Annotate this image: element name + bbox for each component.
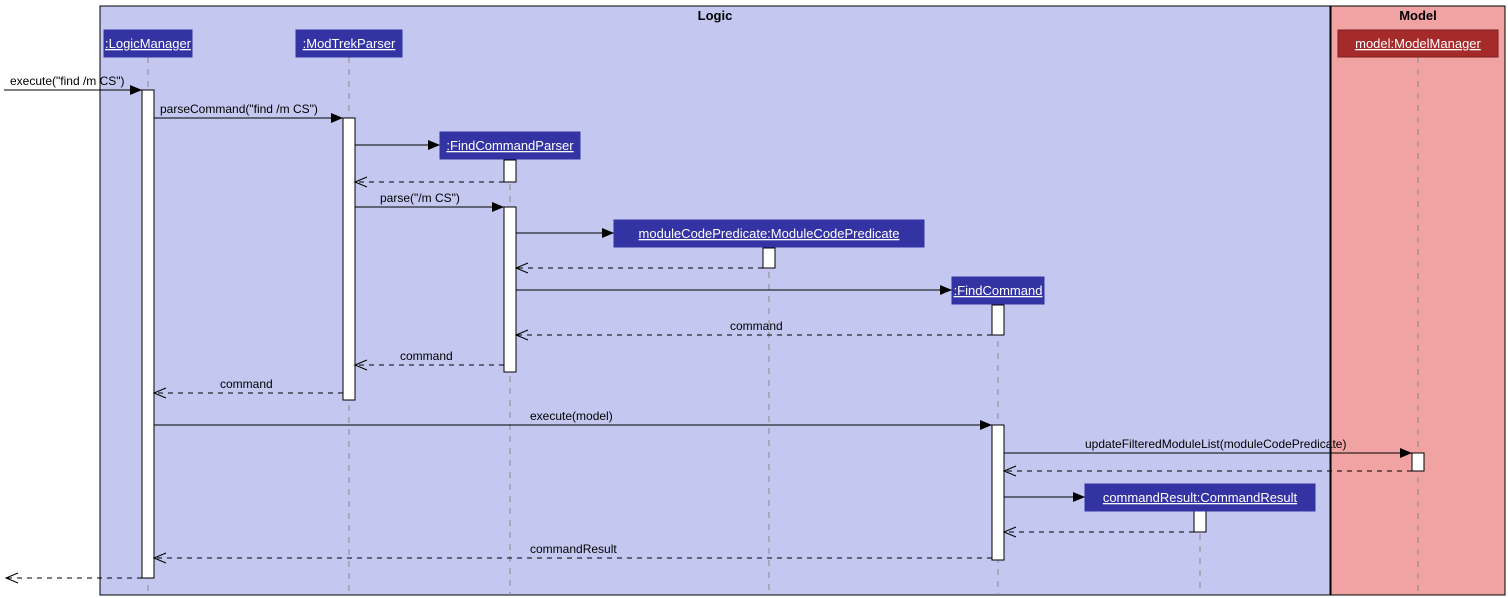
msg-execute-model-label: execute(model)	[530, 409, 613, 423]
msg-return-command-result-label: commandResult	[530, 542, 617, 556]
participant-find-command-label: :FindCommand	[954, 283, 1043, 298]
msg-return-command-2-label: command	[400, 349, 453, 363]
participant-logic-manager-label: :LogicManager	[105, 36, 192, 51]
participant-command-result-label: commandResult:CommandResult	[1103, 490, 1298, 505]
msg-parse-label: parse("/m CS")	[380, 191, 460, 205]
msg-return-command-3-label: command	[220, 377, 273, 391]
participant-find-command-parser-label: :FindCommandParser	[446, 138, 574, 153]
frame-model-label: Model	[1399, 8, 1437, 23]
activation-modtrek-parser	[343, 118, 355, 400]
msg-update-filtered-label: updateFilteredModuleList(moduleCodePredi…	[1085, 437, 1346, 451]
activation-mm	[1412, 453, 1424, 471]
activation-mcp	[763, 248, 775, 268]
activation-fc-exec	[992, 425, 1004, 560]
activation-fc-create	[992, 305, 1004, 335]
activation-cr	[1194, 510, 1206, 532]
participant-modtrek-parser-label: :ModTrekParser	[303, 36, 396, 51]
participant-model-manager-label: model:ModelManager	[1355, 36, 1481, 51]
msg-return-command-1-label: command	[730, 319, 783, 333]
sequence-diagram: Logic Model :LogicManager :ModTrekParser…	[0, 0, 1508, 598]
msg-parse-command-label: parseCommand("find /m CS")	[160, 102, 318, 116]
frame-logic-label: Logic	[698, 8, 733, 23]
participant-module-code-predicate-label: moduleCodePredicate:ModuleCodePredicate	[639, 226, 900, 241]
activation-logic-manager	[142, 90, 154, 578]
activation-fcp-create	[504, 160, 516, 182]
activation-fcp-parse	[504, 207, 516, 372]
msg-execute-in-label: execute("find /m CS")	[10, 74, 125, 88]
